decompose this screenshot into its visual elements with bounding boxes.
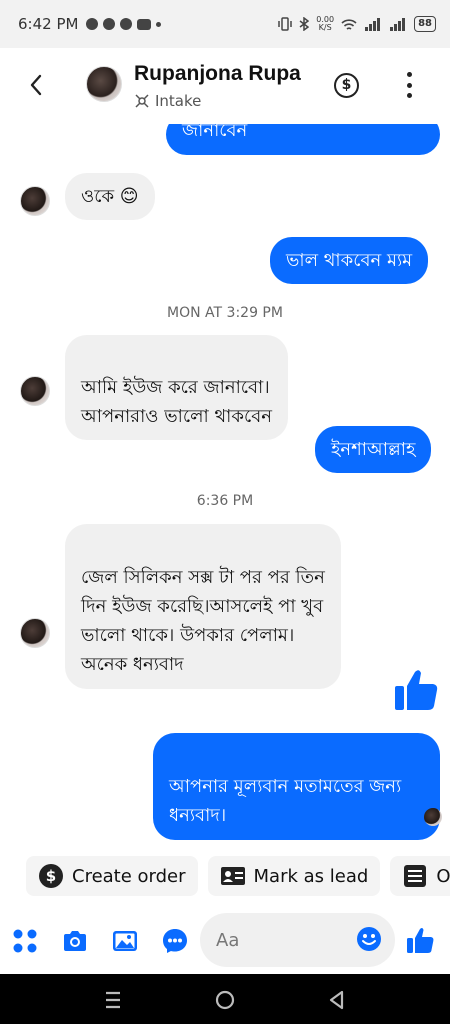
contact-avatar[interactable] bbox=[86, 66, 122, 102]
messenger-icon[interactable] bbox=[162, 928, 188, 954]
message-text: ইনশাআল্লাহ bbox=[331, 439, 416, 460]
notification-icons bbox=[86, 18, 162, 30]
subtitle-label: Intake bbox=[155, 92, 202, 110]
timestamp: MON AT 3:29 PM bbox=[167, 305, 283, 321]
message-text: আমি ইউজ করে জানাবো। আপনারাও ভালো থাকবেন bbox=[81, 377, 272, 427]
contact-card-icon bbox=[220, 863, 246, 889]
incoming-message[interactable]: আমি ইউজ করে জানাবো। আপনারাও ভালো থাকবেন bbox=[65, 335, 288, 440]
contact-avatar-small[interactable] bbox=[20, 376, 50, 406]
dollar-circle-icon: $ bbox=[38, 863, 64, 889]
image-icon[interactable] bbox=[112, 928, 138, 954]
vibrate-icon bbox=[278, 17, 293, 31]
status-time: 6:42 PM bbox=[18, 15, 79, 33]
back-arrow-icon[interactable] bbox=[24, 70, 50, 100]
bluetooth-icon bbox=[299, 17, 310, 31]
network-speed: 0.00 K/S bbox=[316, 15, 335, 32]
thumbs-up-icon[interactable] bbox=[406, 926, 434, 954]
more-notifications-icon bbox=[156, 21, 162, 27]
timestamp: 6:36 PM bbox=[196, 493, 254, 509]
more-options-icon[interactable] bbox=[404, 72, 414, 98]
status-bar: 6:42 PM 0.00 K/S 88 bbox=[0, 0, 450, 48]
compass-notification-icon bbox=[120, 18, 133, 30]
incoming-message[interactable]: ওকে 😊 bbox=[65, 173, 155, 220]
conversation-header: Rupanjona Rupa Intake $ bbox=[0, 48, 450, 124]
back-icon[interactable] bbox=[325, 988, 349, 1012]
message-text: জানাবেন bbox=[182, 124, 248, 141]
apps-grid-icon[interactable] bbox=[12, 928, 38, 954]
messenger-notification-icon bbox=[86, 18, 99, 30]
svg-text:$: $ bbox=[46, 867, 56, 885]
battery-indicator: 88 bbox=[414, 16, 436, 32]
contact-avatar-small[interactable] bbox=[20, 618, 50, 648]
mark-as-lead-label: Mark as lead bbox=[253, 865, 369, 887]
signal-icon-2 bbox=[390, 17, 406, 31]
app-root: 6:42 PM 0.00 K/S 88 Rupanjona Rupa Intak… bbox=[0, 0, 450, 1024]
message-text: আপনার মূল্যবান মতামতের জন্য ধন্যবাদ। bbox=[169, 776, 402, 826]
thumbs-up-sent-icon[interactable] bbox=[393, 666, 439, 712]
orders-label: Or bbox=[436, 865, 450, 887]
youtube-notification-icon bbox=[137, 18, 152, 30]
message-thread[interactable]: জানাবেন ওকে 😊 ভাল থাকবেন ম্যম MON AT 3:2… bbox=[0, 124, 450, 850]
messenger-notification-icon-2 bbox=[103, 18, 116, 30]
contact-name[interactable]: Rupanjona Rupa bbox=[134, 62, 301, 86]
message-text: জেল সিলিকন সক্স টা পর পর তিন দিন ইউজ করে… bbox=[81, 567, 325, 675]
system-navigation-bar bbox=[0, 974, 450, 1024]
create-order-button[interactable]: $ Create order bbox=[26, 856, 198, 896]
mark-as-lead-button[interactable]: Mark as lead bbox=[207, 856, 381, 896]
outgoing-message[interactable]: জানাবেন bbox=[166, 124, 440, 155]
message-text: ওকে 😊 bbox=[81, 186, 139, 207]
contact-avatar-small[interactable] bbox=[20, 186, 50, 216]
incoming-message[interactable]: জেল সিলিকন সক্স টা পর পর তিন দিন ইউজ করে… bbox=[65, 524, 341, 689]
signal-icon bbox=[365, 17, 381, 31]
recents-icon[interactable] bbox=[101, 988, 125, 1012]
outgoing-message[interactable]: ইনশাআল্লাহ bbox=[315, 426, 432, 473]
camera-icon[interactable] bbox=[62, 928, 88, 954]
home-icon[interactable] bbox=[213, 988, 237, 1012]
status-right-icons: 0.00 K/S 88 bbox=[278, 16, 436, 32]
list-icon bbox=[402, 863, 428, 889]
contact-subtitle[interactable]: Intake bbox=[134, 92, 201, 110]
intake-icon bbox=[135, 94, 149, 108]
seen-indicator-avatar bbox=[424, 808, 442, 826]
quick-actions-bar[interactable]: $ Create order Mark as lead Or bbox=[0, 856, 450, 898]
wifi-icon bbox=[341, 18, 357, 30]
payment-icon[interactable]: $ bbox=[334, 73, 359, 98]
orders-button[interactable]: Or bbox=[390, 856, 450, 896]
message-composer bbox=[0, 908, 450, 972]
emoji-icon[interactable] bbox=[356, 926, 382, 952]
outgoing-message[interactable]: ভাল থাকবেন ম্যম bbox=[270, 237, 429, 284]
message-text: ভাল থাকবেন ম্যম bbox=[286, 250, 413, 271]
create-order-label: Create order bbox=[72, 865, 186, 887]
outgoing-message[interactable]: আপনার মূল্যবান মতামতের জন্য ধন্যবাদ। bbox=[153, 733, 440, 840]
